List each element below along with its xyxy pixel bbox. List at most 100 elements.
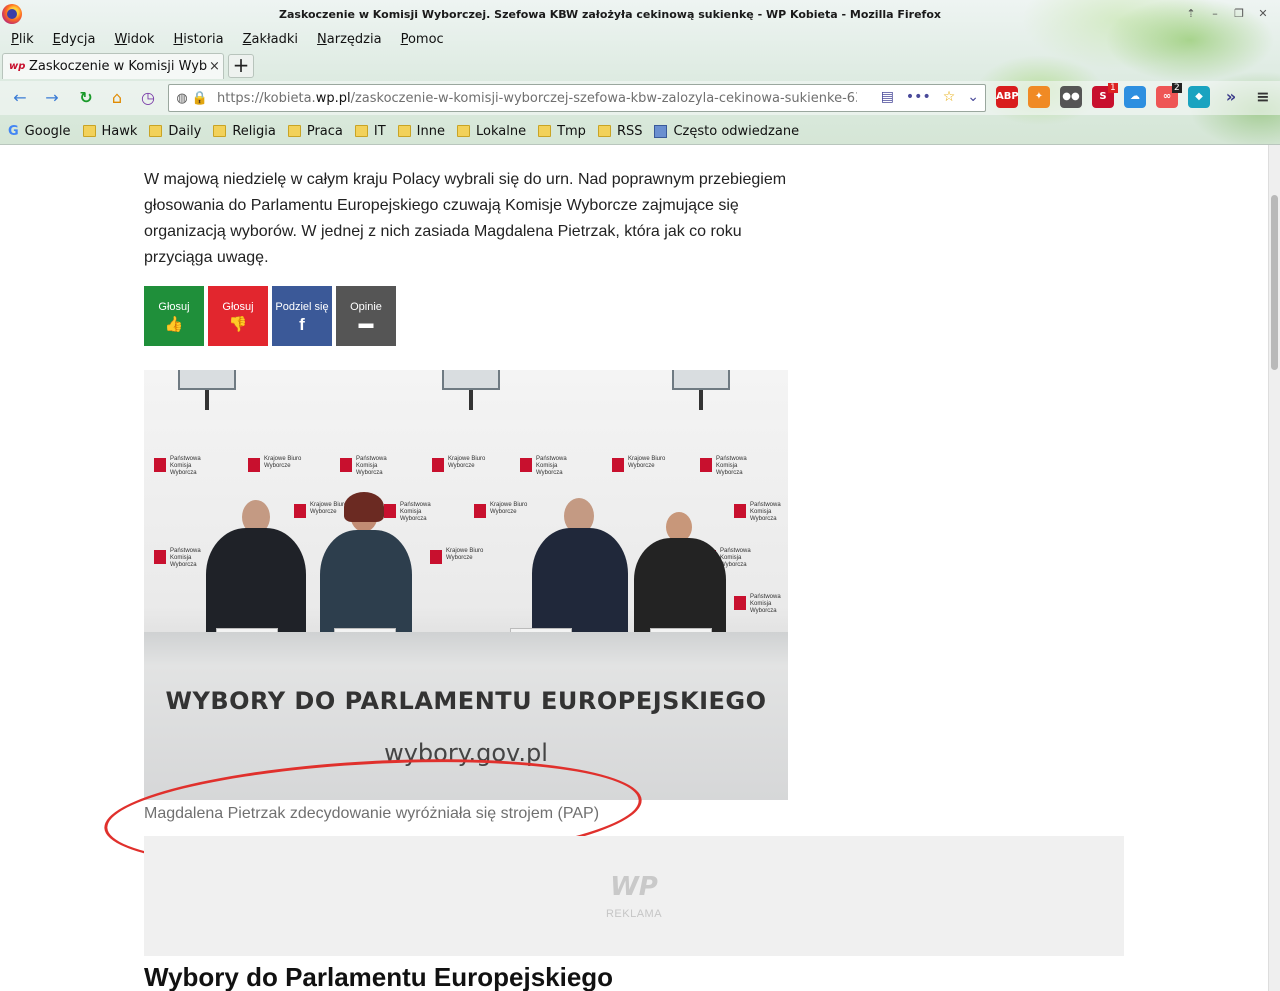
tab-close-button[interactable]: × xyxy=(209,59,220,74)
bookmark-it[interactable]: IT xyxy=(354,123,386,139)
url-path: /zaskoczenie-w-komisji-wyborczej-szefowa… xyxy=(350,90,857,106)
site-info-icon[interactable]: ◍ xyxy=(173,91,191,106)
bookmark-label: Daily xyxy=(168,123,202,139)
bookmark-religia[interactable]: Religia xyxy=(213,124,276,139)
ad-placeholder[interactable]: WP REKLAMA xyxy=(144,836,1124,956)
bookmark-label: Google xyxy=(24,123,71,139)
browser-chrome: Zaskoczenie w Komisji Wyborczej. Szefowa… xyxy=(0,0,1280,145)
studio-lamp xyxy=(442,370,500,412)
url-domain: wp.pl xyxy=(315,90,351,106)
bookmark-label: Praca xyxy=(306,123,343,139)
fox-extension-icon[interactable]: ✦ xyxy=(1028,86,1050,108)
hair xyxy=(344,492,384,522)
bookmark-label: Hawk xyxy=(101,123,138,139)
wp-ad-logo: WP xyxy=(610,872,658,902)
kbw-logo: Krajowe Biuro Wyborcze xyxy=(432,456,492,480)
most-visited-icon xyxy=(654,124,668,138)
bookmark-hawk[interactable]: Hawk xyxy=(82,123,138,139)
folder-icon xyxy=(354,125,368,137)
folder-icon xyxy=(149,125,163,137)
forward-button[interactable]: → xyxy=(38,85,66,111)
menu-edycja[interactable]: Edycja xyxy=(42,30,104,50)
person-3 xyxy=(532,528,628,642)
lock-icon[interactable]: 🔒 xyxy=(191,91,209,106)
menu-zakladki[interactable]: Zakładki xyxy=(232,30,306,50)
studio-lamp xyxy=(178,370,236,412)
bookmark-lokalne[interactable]: Lokalne xyxy=(456,124,526,139)
kbw-logo: Krajowe Biuro Wyborcze xyxy=(430,548,490,572)
page-actions-icon[interactable]: ••• xyxy=(906,89,931,105)
navigation-toolbar: ← → ↻ ⌂ ◷ ◍ 🔒 https://kobieta.wp.pl/zask… xyxy=(0,81,1280,115)
share-button[interactable]: Podziel się f xyxy=(272,286,332,346)
person-4 xyxy=(634,538,726,642)
kbw-logo: Krajowe Biuro Wyborcze xyxy=(474,502,534,526)
vote-up-label: Głosuj xyxy=(158,301,190,313)
article-photo[interactable]: Państwowa Komisja Wyborcza Krajowe Biuro… xyxy=(144,370,788,800)
folder-icon xyxy=(287,125,301,137)
bookmark-czesto-odwiedzane[interactable]: Często odwiedzane xyxy=(654,124,799,139)
back-button[interactable]: ← xyxy=(6,85,34,111)
dropdown-chevron-icon[interactable]: ⌄ xyxy=(967,89,979,105)
comment-icon: ▬ xyxy=(358,315,374,332)
bookmark-praca[interactable]: Praca xyxy=(287,123,343,139)
vote-down-button[interactable]: Głosuj 👎 xyxy=(208,286,268,346)
url-text[interactable]: https://kobieta.wp.pl/zaskoczenie-w-komi… xyxy=(217,91,857,106)
bookmark-label: IT xyxy=(373,123,386,139)
menu-pomoc[interactable]: Pomoc xyxy=(390,30,452,50)
pkw-logo: Państwowa Komisja Wyborcza xyxy=(154,548,214,572)
restore-button[interactable]: ❐ xyxy=(1230,6,1248,22)
menu-narzedzia[interactable]: Narzędzia xyxy=(306,30,390,50)
folder-icon xyxy=(456,125,470,137)
reload-button[interactable]: ↻ xyxy=(72,85,100,111)
reader-view-icon[interactable]: ▤ xyxy=(881,89,894,105)
extension-badge-1: 1 xyxy=(1108,83,1118,93)
tab-label: Zaskoczenie w Komisji Wyborczej xyxy=(29,59,207,74)
bookmark-tmp[interactable]: Tmp xyxy=(538,124,586,139)
wp-favicon-icon: wp xyxy=(9,60,26,72)
minimize-button[interactable]: – xyxy=(1206,6,1224,22)
bookmark-label: Religia xyxy=(232,123,276,139)
scrollbar-thumb[interactable] xyxy=(1271,195,1278,370)
bookmark-label: RSS xyxy=(616,123,643,139)
bookmark-star-icon[interactable]: ☆ xyxy=(943,89,956,105)
thumbs-down-icon: 👎 xyxy=(228,316,248,333)
glasses-extension-icon[interactable]: ●● xyxy=(1060,86,1082,108)
kbw-logo: Krajowe Biuro Wyborcze xyxy=(248,456,308,480)
page-scrollbar[interactable] xyxy=(1268,145,1280,991)
bookmark-daily[interactable]: Daily xyxy=(149,124,201,139)
home-button[interactable]: ⌂ xyxy=(103,85,131,111)
section-title: Wybory do Parlamentu Europejskiego xyxy=(144,962,614,991)
title-bar: Zaskoczenie w Komisji Wyborczej. Szefowa… xyxy=(0,0,1280,28)
bookmark-label: Często odwiedzane xyxy=(673,123,800,139)
adblock-plus-icon[interactable]: ABP xyxy=(996,86,1019,108)
bookmark-inne[interactable]: Inne xyxy=(397,124,445,139)
cloud-extension-icon[interactable]: ☁ xyxy=(1124,86,1146,108)
history-button[interactable]: ◷ xyxy=(134,85,162,111)
comments-label: Opinie xyxy=(350,301,382,313)
tab-strip: wp Zaskoczenie w Komisji Wyborczej × + xyxy=(0,53,1280,79)
share-label: Podziel się xyxy=(275,301,329,313)
bookmark-rss[interactable]: RSS xyxy=(597,123,643,139)
comments-button[interactable]: Opinie ▬ xyxy=(336,286,396,346)
close-window-button[interactable]: ✕ xyxy=(1254,6,1272,22)
diamond-extension-icon[interactable]: ◆ xyxy=(1188,86,1210,108)
hamburger-menu-icon[interactable]: ≡ xyxy=(1252,86,1274,108)
vote-up-button[interactable]: Głosuj 👍 xyxy=(144,286,204,346)
menu-widok[interactable]: Widok xyxy=(104,30,163,50)
folder-icon xyxy=(538,125,552,137)
url-bar[interactable]: ◍ 🔒 https://kobieta.wp.pl/zaskoczenie-w-… xyxy=(168,84,986,112)
studio-lamp xyxy=(672,370,730,412)
tab-active[interactable]: wp Zaskoczenie w Komisji Wyborczej × xyxy=(2,53,224,79)
facebook-icon: f xyxy=(299,315,305,334)
menu-bar: Plik Edycja Widok Historia Zakładki Narz… xyxy=(0,30,452,50)
ad-label: REKLAMA xyxy=(605,908,663,920)
kbw-logo: Krajowe Biuro Wyborcze xyxy=(612,456,672,480)
bookmark-google[interactable]: G Google xyxy=(8,124,71,139)
folder-icon xyxy=(82,125,96,137)
menu-historia[interactable]: Historia xyxy=(162,30,231,50)
new-tab-button[interactable]: + xyxy=(228,54,254,78)
desk-banner-title: WYBORY DO PARLAMENTU EUROPEJSKIEGO xyxy=(165,687,767,715)
scroll-up-icon[interactable]: ⇡ xyxy=(1182,6,1200,22)
overflow-chevron-icon[interactable]: » xyxy=(1220,86,1242,108)
menu-plik[interactable]: Plik xyxy=(0,30,42,50)
